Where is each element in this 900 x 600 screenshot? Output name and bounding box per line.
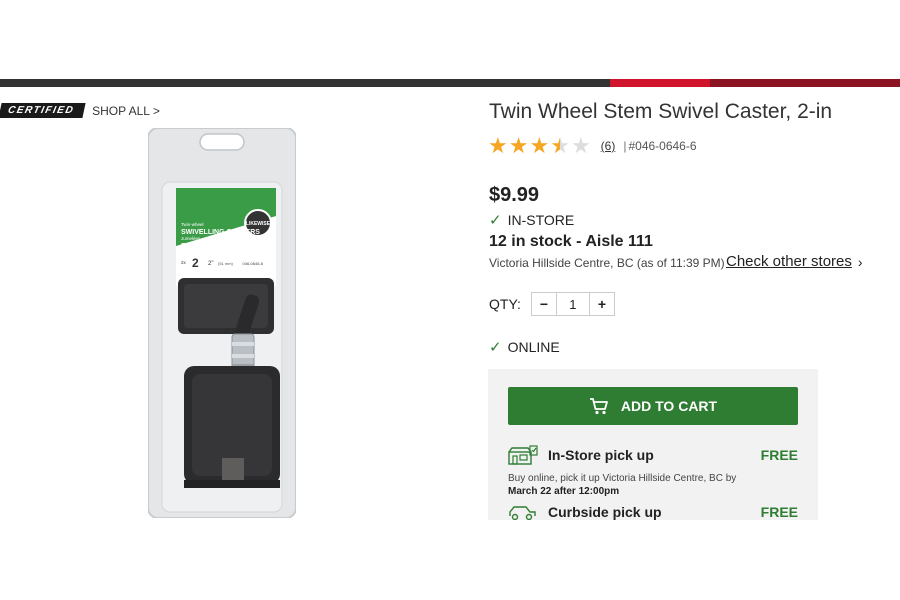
- online-availability: ✓ ONLINE: [489, 338, 560, 356]
- cart-icon: [589, 398, 608, 415]
- pickup-desc-line: Buy online, pick it up Victoria Hillside…: [508, 473, 737, 484]
- star-rating[interactable]: ★ ★ ★ ★ ★: [488, 135, 591, 157]
- curbside-pickup-option[interactable]: Curbside pick up FREE: [508, 501, 798, 520]
- purchase-panel: ADD TO CART In-Store pick up FREE Buy on…: [488, 369, 818, 520]
- curbside-pickup-price: FREE: [760, 504, 798, 520]
- add-to-cart-button[interactable]: ADD TO CART: [508, 387, 798, 425]
- quantity-stepper: − 1 +: [530, 292, 615, 316]
- svg-text:2: 2: [192, 256, 199, 270]
- brand-row: CERTIFIED SHOP ALL >: [0, 103, 160, 118]
- svg-text:SWIVELLING CASTERS: SWIVELLING CASTERS: [181, 229, 260, 236]
- star-half-icon: ★: [550, 133, 570, 158]
- chevron-right-icon: ›: [857, 253, 863, 270]
- svg-text:Twin-wheel: Twin-wheel: [181, 222, 204, 227]
- quantity-input[interactable]: 1: [555, 293, 590, 315]
- instore-label: IN-STORE: [507, 212, 575, 228]
- divider: |: [623, 139, 627, 153]
- certified-logo: CERTIFIED: [0, 103, 86, 118]
- instore-pickup-price: FREE: [760, 447, 798, 463]
- check-other-stores-label: Check other stores: [726, 253, 852, 270]
- svg-text:ROULETTES PIVOTANTES: ROULETTES PIVOTANTES: [181, 241, 276, 250]
- svg-text:(51 mm): (51 mm): [218, 261, 234, 266]
- header-bar-maroon: [710, 79, 900, 87]
- instore-availability: ✓ IN-STORE: [489, 211, 574, 229]
- star-full-icon: ★: [508, 133, 529, 158]
- car-icon: [508, 501, 540, 520]
- add-to-cart-label: ADD TO CART: [620, 398, 718, 414]
- store-location: Victoria Hillside Centre, BC (as of 11:3…: [489, 256, 725, 270]
- check-other-stores-link[interactable]: Check other stores ›: [726, 253, 863, 270]
- svg-text:2": 2": [208, 261, 213, 267]
- checkmark-icon: ✓: [489, 339, 502, 356]
- product-title: Twin Wheel Stem Swivel Caster, 2-in: [489, 100, 833, 123]
- online-label: ONLINE: [507, 339, 560, 355]
- svg-text:046-0646-6: 046-0646-6: [243, 261, 264, 266]
- quantity-decrease-button[interactable]: −: [532, 293, 556, 315]
- quantity-increase-button[interactable]: +: [590, 293, 614, 315]
- star-full-icon: ★: [529, 133, 550, 158]
- svg-text:2x: 2x: [181, 260, 187, 265]
- quantity-label: QTY:: [489, 296, 521, 312]
- header-bar-red: [610, 79, 710, 87]
- swivel-caster-package-icon: LIKEWISE Twin-wheel SWIVELLING CASTERS J…: [147, 127, 297, 519]
- svg-text:LIKEWISE: LIKEWISE: [246, 221, 271, 227]
- checkmark-icon: ✓: [489, 212, 502, 229]
- product-image[interactable]: LIKEWISE Twin-wheel SWIVELLING CASTERS J…: [147, 127, 297, 519]
- instore-pickup-description: Buy online, pick it up Victoria Hillside…: [508, 472, 798, 498]
- header-color-bar: [0, 79, 900, 87]
- store-icon: [508, 444, 540, 466]
- pickup-date: March 22 after 12:00pm: [508, 486, 620, 497]
- product-price: $9.99: [489, 184, 540, 206]
- shop-all-link[interactable]: SHOP ALL >: [92, 104, 160, 118]
- header-bar-dark: [0, 79, 610, 87]
- instore-pickup-title: In-Store pick up: [548, 447, 654, 463]
- star-full-icon: ★: [488, 133, 508, 158]
- sku-number: #046-0646-6: [628, 139, 697, 153]
- rating-row: ★ ★ ★ ★ ★ (6) | #046-0646-6: [488, 135, 697, 157]
- instore-pickup-option[interactable]: In-Store pick up FREE Buy online, pick i…: [508, 444, 798, 498]
- star-empty-icon: ★: [570, 133, 591, 158]
- quantity-row: QTY: − 1 +: [489, 292, 615, 316]
- curbside-pickup-title: Curbside pick up: [548, 504, 662, 520]
- stock-status: 12 in stock - Aisle 111: [489, 233, 653, 250]
- review-count-link[interactable]: (6): [601, 139, 616, 153]
